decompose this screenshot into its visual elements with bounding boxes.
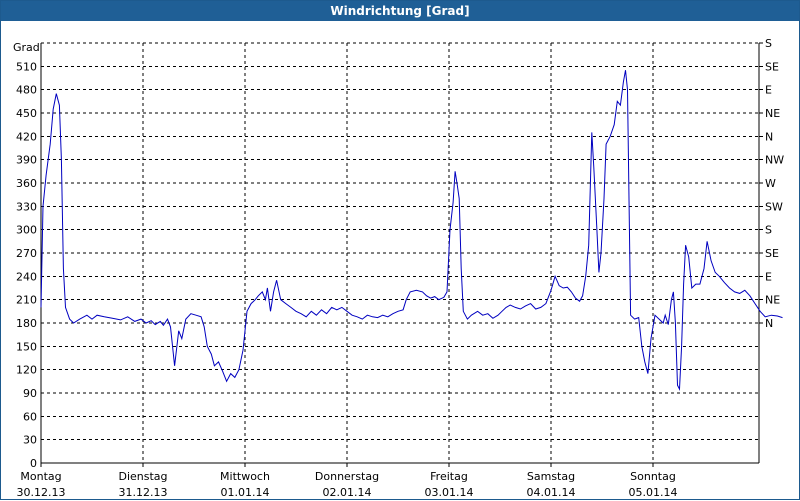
- y-tick-label: 180: [16, 317, 37, 330]
- x-tick-day: Dienstag: [118, 470, 167, 483]
- right-tick-label: NE: [765, 107, 780, 120]
- right-tick-label: W: [765, 177, 776, 190]
- right-tick-label: S: [765, 224, 772, 237]
- x-tick-day: Montag: [20, 470, 61, 483]
- chart-canvas: 0 30 60 90 120 150 180 210 240 270 300 330 360 390 420…: [13, 37, 784, 499]
- y-tick-label: 90: [23, 387, 37, 400]
- x-tick-date: 31.12.13: [119, 486, 168, 499]
- x-axis-labels: Montag 30.12.13 Dienstag 31.12.13 Mittwoch 01…: [17, 470, 678, 499]
- right-tick-label: E: [765, 84, 772, 97]
- y-tick-label: 480: [16, 84, 37, 97]
- y-tick-label: 330: [16, 200, 37, 213]
- right-tick-label: SE: [765, 60, 779, 73]
- right-axis-labels: S SE E NE N NW W SW S SE E NE N: [765, 37, 784, 330]
- right-tick-label: S: [765, 37, 772, 50]
- right-tick-label: SE: [765, 247, 779, 260]
- y-tick-label: 510: [16, 60, 37, 73]
- y-tick-label: 240: [16, 270, 37, 283]
- x-tick-day: Donnerstag: [315, 470, 379, 483]
- y-tick-label: 60: [23, 410, 37, 423]
- y-tick-label: 30: [23, 434, 37, 447]
- right-tick-label: N: [765, 130, 773, 143]
- y-tick-label: 360: [16, 177, 37, 190]
- right-tick-label: E: [765, 270, 772, 283]
- right-tick-label: SW: [765, 200, 783, 213]
- y-tick-label: 420: [16, 130, 37, 143]
- y-axis-title: Grad: [13, 41, 40, 54]
- x-tick-day: Freitag: [430, 470, 468, 483]
- x-tick-date: 03.01.14: [425, 486, 474, 499]
- x-tick-date: 02.01.14: [323, 486, 372, 499]
- chart-window: Windrichtung [Grad] 0 30 60 90 120 150 180 210 2…: [0, 0, 800, 500]
- x-tick-day: Samstag: [527, 470, 575, 483]
- y-tick-label: 390: [16, 154, 37, 167]
- y-tick-label: 210: [16, 294, 37, 307]
- grid-lines: [41, 42, 759, 463]
- right-tick-label: NW: [765, 154, 784, 167]
- y-tick-label: 150: [16, 340, 37, 353]
- y-tick-label: 450: [16, 107, 37, 120]
- x-tick-day: Sonntag: [630, 470, 676, 483]
- plot-axes: [40, 42, 763, 467]
- y-tick-label: 300: [16, 224, 37, 237]
- y-axis-labels: 0 30 60 90 120 150 180 210 240 270 300 330 360 390 420…: [16, 60, 37, 470]
- y-tick-label: 0: [30, 457, 37, 470]
- x-tick-date: 04.01.14: [527, 486, 576, 499]
- right-tick-label: NE: [765, 294, 780, 307]
- y-tick-label: 120: [16, 364, 37, 377]
- right-tick-label: N: [765, 317, 773, 330]
- x-tick-date: 05.01.14: [629, 486, 678, 499]
- x-tick-date: 30.12.13: [17, 486, 66, 499]
- x-tick-date: 01.01.14: [221, 486, 270, 499]
- y-tick-label: 270: [16, 247, 37, 260]
- x-tick-day: Mittwoch: [220, 470, 270, 483]
